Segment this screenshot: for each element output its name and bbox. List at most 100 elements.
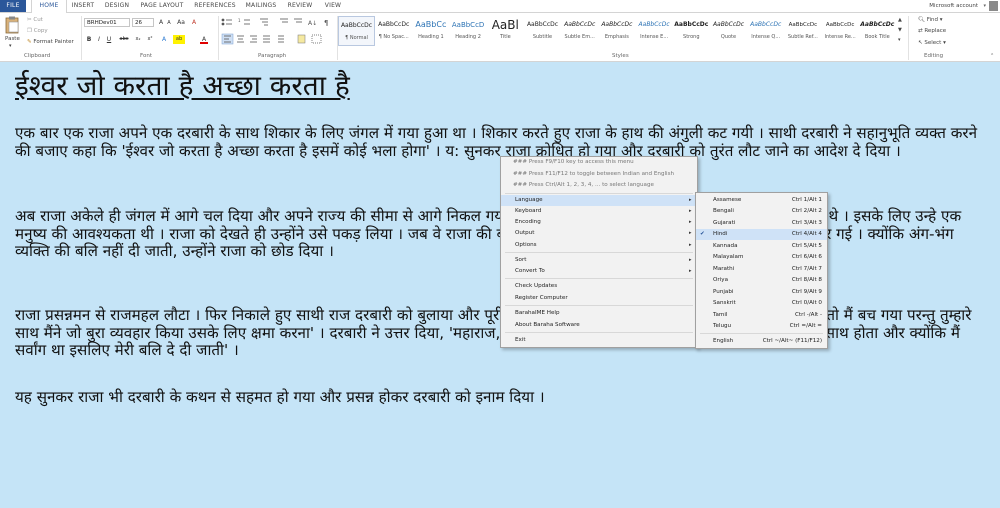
menu-item-label: Options <box>515 242 537 248</box>
styles-gallery[interactable]: AaBbCcDc ¶ Normal AaBbCcDc ¶ No Spac... AaBb… <box>338 16 896 46</box>
menu-item[interactable]: Encoding ▸ <box>501 217 697 228</box>
chevron-down-icon[interactable]: ▾ <box>9 43 12 49</box>
style-item[interactable]: AaBbCcDc ¶ No Spac... <box>375 16 412 46</box>
paste-button[interactable]: Paste ▾ <box>3 16 21 50</box>
tab-view[interactable]: VIEW <box>320 0 346 12</box>
menu-item[interactable]: Exit <box>501 335 697 346</box>
menu-item-label: Exit <box>515 337 526 343</box>
style-item[interactable]: AaBbCcD Heading 2 <box>450 16 487 46</box>
style-item[interactable]: AaBbCcDc ¶ Normal <box>338 16 375 46</box>
tab-file[interactable]: FILE <box>0 0 26 12</box>
account-name[interactable]: Microsoft account <box>929 0 978 12</box>
language-item[interactable]: Bengali Ctrl 2/Alt 2 <box>696 206 827 217</box>
style-name: Intense E... <box>640 34 669 40</box>
language-item[interactable]: Oriya Ctrl 8/Alt 8 <box>696 275 827 286</box>
italic-button[interactable]: I <box>95 35 103 44</box>
numbering-icon: 1 <box>238 18 250 25</box>
chevron-down-icon[interactable]: ▾ <box>983 3 986 9</box>
collapse-ribbon-icon[interactable]: ⌃ <box>990 53 994 59</box>
menu-item-label: Check Updates <box>515 283 558 289</box>
language-label: Tamil <box>713 312 728 318</box>
pilcrow-icon: ¶ <box>324 19 328 27</box>
text-effects-icon[interactable]: A <box>160 35 168 44</box>
language-shortcut: Ctrl ~/Alt~ (F11/F12) <box>762 338 822 344</box>
align-icons <box>221 33 284 45</box>
clear-formatting-button[interactable]: A <box>190 18 198 27</box>
style-preview: AaBbCcDc <box>825 22 855 28</box>
style-item[interactable]: AaBbCcDc Intense E... <box>636 16 673 46</box>
language-item[interactable]: ✔ Hindi Ctrl 4/Alt 4 <box>696 229 827 240</box>
style-item[interactable]: AaBbCcDc Intense Re... <box>822 16 859 46</box>
language-item[interactable]: Kannada Ctrl 5/Alt 5 <box>696 241 827 252</box>
menu-item[interactable]: BarahaIME Help <box>501 308 697 319</box>
gallery-scroll-up-icon[interactable]: ▲ <box>898 17 902 23</box>
menu-item-label: Register Computer <box>515 295 568 301</box>
gallery-scroll-down-icon[interactable]: ▼ <box>898 27 902 33</box>
clipboard-icon <box>5 16 19 34</box>
avatar[interactable] <box>989 1 998 11</box>
underline-button[interactable]: U <box>105 35 113 44</box>
style-item[interactable]: AaBbCcDc Strong <box>673 16 710 46</box>
change-case-button[interactable]: Aa <box>175 18 187 27</box>
bold-button[interactable]: B <box>85 35 93 44</box>
style-item[interactable]: AaBbCcDc Subtitle <box>524 16 561 46</box>
language-item[interactable]: Telugu Ctrl =/Alt = <box>696 321 827 332</box>
language-item[interactable]: Malayalam Ctrl 6/Alt 6 <box>696 252 827 263</box>
select-button[interactable]: ↖ Select ▾ <box>918 40 946 46</box>
strikethrough-button[interactable]: abc <box>117 35 131 44</box>
font-color-button[interactable]: A <box>200 35 208 44</box>
language-item[interactable]: Punjabi Ctrl 9/Alt 9 <box>696 287 827 298</box>
menu-item[interactable]: About Baraha Software <box>501 320 697 331</box>
format-painter-button[interactable]: ✎ Format Painter <box>27 39 74 45</box>
tab-mailings[interactable]: MAILINGS <box>242 0 280 12</box>
highlight-button[interactable]: ab <box>173 35 185 44</box>
menu-item[interactable]: Language ▸ <box>501 195 697 206</box>
style-preview: AaBbCcDc <box>601 21 633 28</box>
menu-item[interactable]: Register Computer <box>501 293 697 304</box>
language-label: Assamese <box>713 197 742 203</box>
style-item[interactable]: AaBl Title <box>487 16 524 46</box>
replace-button[interactable]: ⇄ Replace <box>918 28 946 34</box>
style-item[interactable]: AaBbCcDc Book Title <box>859 16 896 46</box>
language-item[interactable]: English Ctrl ~/Alt~ (F11/F12) <box>696 336 827 347</box>
language-item[interactable]: Sanskrit Ctrl 0/Alt 0 <box>696 298 827 309</box>
find-button[interactable]: 🔍︎ Find ▾ <box>918 17 943 23</box>
cut-button[interactable]: ✂ Cut <box>27 17 43 23</box>
subscript-button[interactable]: x₂ <box>133 35 143 44</box>
language-item[interactable]: Assamese Ctrl 1/Alt 1 <box>696 195 827 206</box>
cut-label: Cut <box>33 17 43 23</box>
menu-item[interactable]: Options ▸ <box>501 240 697 251</box>
shrink-font-button[interactable]: A <box>165 19 173 28</box>
font-size-combo[interactable]: 26 <box>132 18 154 27</box>
tab-page-layout[interactable]: PAGE LAYOUT <box>136 0 188 12</box>
language-label: Punjabi <box>713 289 734 295</box>
style-item[interactable]: AaBbCcDc Subtle Em... <box>561 16 598 46</box>
language-shortcut: Ctrl 9/Alt 9 <box>791 289 822 295</box>
language-item[interactable]: Tamil Ctrl -/Alt - <box>696 310 827 321</box>
menu-item[interactable]: Check Updates <box>501 281 697 292</box>
check-icon: ✔ <box>700 231 705 237</box>
tab-insert[interactable]: INSERT <box>68 0 98 12</box>
style-item[interactable]: AaBbCcDc Subtle Ref... <box>784 16 821 46</box>
grow-font-button[interactable]: A <box>157 18 165 27</box>
language-item[interactable]: Marathi Ctrl 7/Alt 7 <box>696 264 827 275</box>
style-item[interactable]: AaBbCcDc Intense Q... <box>747 16 784 46</box>
menu-item[interactable]: Convert To ▸ <box>501 266 697 277</box>
menu-item[interactable]: Keyboard ▸ <box>501 206 697 217</box>
menu-item[interactable]: Sort ▸ <box>501 255 697 266</box>
copy-button[interactable]: ❐ Copy <box>27 28 48 34</box>
tab-review[interactable]: REVIEW <box>284 0 316 12</box>
tab-design[interactable]: DESIGN <box>102 0 132 12</box>
tab-references[interactable]: REFERENCES <box>192 0 238 12</box>
language-item[interactable]: Gujarati Ctrl 3/Alt 3 <box>696 218 827 229</box>
style-item[interactable]: AaBbCcDc Quote <box>710 16 747 46</box>
gallery-more-icon[interactable]: ▾ <box>898 37 901 43</box>
tab-home[interactable]: HOME <box>31 0 67 13</box>
menu-item[interactable]: Output ▸ <box>501 228 697 239</box>
font-name-combo[interactable]: BRHDev01 <box>84 18 130 27</box>
style-item[interactable]: AaBbCc Heading 1 <box>412 16 449 46</box>
superscript-button[interactable]: x² <box>145 35 155 44</box>
style-item[interactable]: AaBbCcDc Emphasis <box>598 16 635 46</box>
style-name: Heading 2 <box>455 34 481 40</box>
language-submenu: Assamese Ctrl 1/Alt 1 Bengali Ctrl 2/Alt 2 G… <box>695 192 828 349</box>
